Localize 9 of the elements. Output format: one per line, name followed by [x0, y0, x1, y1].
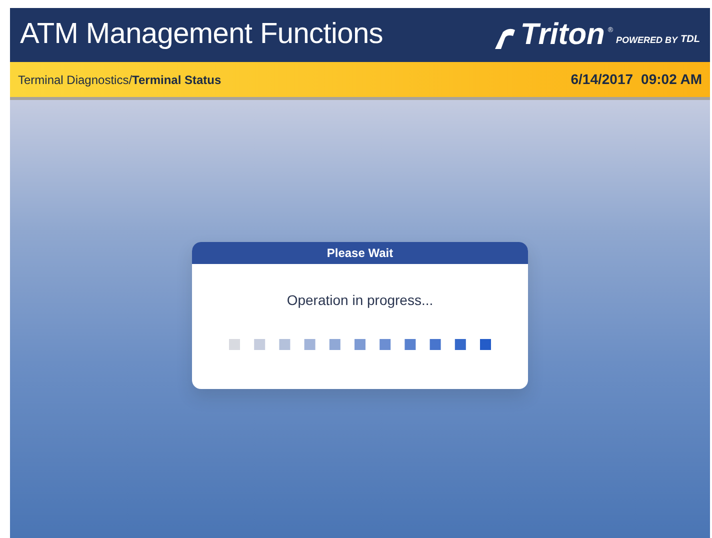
partner-logo-text: TDL	[680, 33, 700, 47]
header-title: ATM Management Functions	[20, 17, 383, 52]
date-text: 6/14/2017	[570, 70, 634, 89]
logo-tagline: POWERED BY	[616, 34, 678, 46]
dialog-message: Operation in progress...	[286, 291, 434, 310]
logo-text: Triton	[520, 20, 605, 50]
dialog-title: Please Wait	[192, 242, 528, 264]
time-text: 09:02 AM	[641, 70, 702, 89]
breadcrumb: Terminal Diagnostics/Terminal Status	[18, 72, 222, 88]
